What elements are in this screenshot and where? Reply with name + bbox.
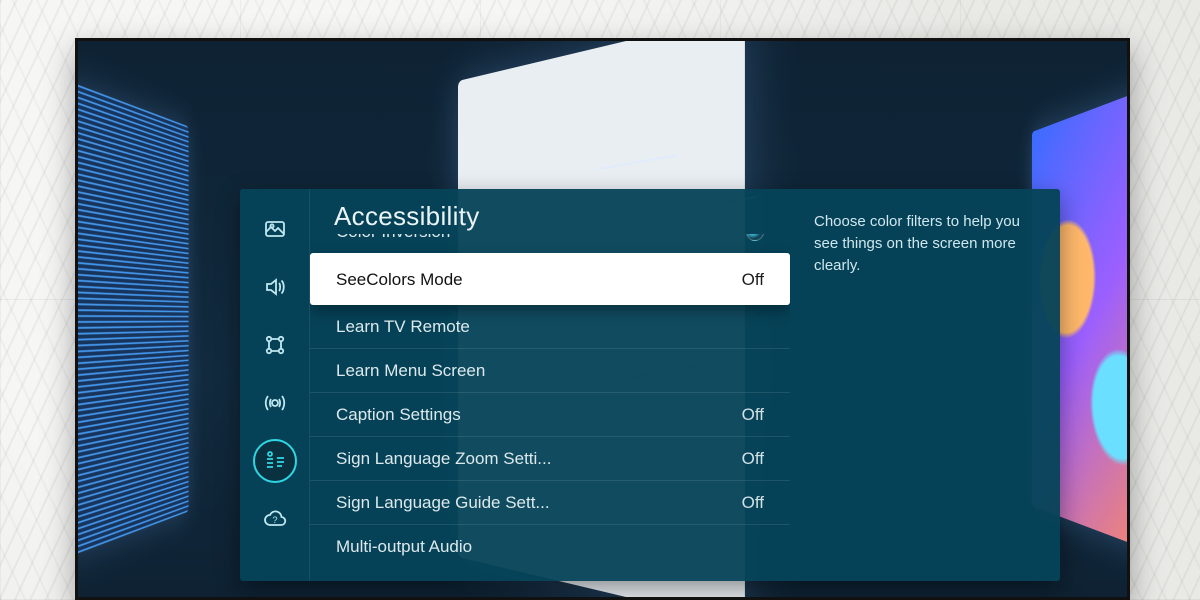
settings-row-value: Off	[742, 493, 764, 513]
settings-row-value: Off	[742, 405, 764, 425]
support-cloud-icon: ?	[263, 507, 287, 531]
sidebar-item-connections[interactable]	[253, 323, 297, 367]
settings-sidebar: ?	[240, 189, 310, 581]
sidebar-item-support[interactable]: ?	[253, 497, 297, 541]
settings-row-label: Caption Settings	[336, 405, 461, 425]
sidebar-item-broadcast[interactable]	[253, 381, 297, 425]
settings-row-label: Color Inversion	[336, 234, 450, 242]
settings-row-label: SeeColors Mode	[336, 270, 463, 290]
picture-icon	[263, 217, 287, 241]
settings-row-sign-language-zoom[interactable]: Sign Language Zoom Setti... Off	[310, 436, 790, 480]
sidebar-item-picture[interactable]	[253, 207, 297, 251]
settings-row-label: Learn TV Remote	[336, 317, 470, 337]
settings-row-learn-menu-screen[interactable]: Learn Menu Screen	[310, 348, 790, 392]
svg-text:?: ?	[272, 515, 277, 525]
broadcast-icon	[263, 391, 287, 415]
settings-row-caption-settings[interactable]: Caption Settings Off	[310, 392, 790, 436]
accessibility-icon	[263, 449, 287, 473]
toggle-indicator	[746, 234, 764, 241]
settings-row-label: Sign Language Guide Sett...	[336, 493, 550, 513]
tv-frame: ? Accessibility Color Inversion SeeCo	[75, 38, 1130, 600]
room-background: ? Accessibility Color Inversion SeeCo	[0, 0, 1200, 600]
settings-row-label: Learn Menu Screen	[336, 361, 485, 381]
bg-plane-left	[78, 81, 189, 557]
sound-icon	[263, 275, 287, 299]
settings-row-multi-output-audio[interactable]: Multi-output Audio	[310, 524, 790, 568]
settings-row-label: Multi-output Audio	[336, 537, 472, 557]
settings-row-learn-tv-remote[interactable]: Learn TV Remote	[310, 304, 790, 348]
settings-list: Color Inversion SeeColors Mode Off Learn…	[310, 234, 790, 568]
settings-list-column: Accessibility Color Inversion SeeColors …	[310, 189, 790, 581]
sidebar-item-accessibility[interactable]	[253, 439, 297, 483]
settings-description: Choose color filters to help you see thi…	[790, 189, 1060, 581]
settings-list-scroll[interactable]: Color Inversion SeeColors Mode Off Learn…	[310, 234, 790, 581]
settings-row-color-inversion[interactable]: Color Inversion	[310, 234, 790, 254]
settings-content: Accessibility Color Inversion SeeColors …	[310, 189, 1060, 581]
panel-title: Accessibility	[310, 199, 790, 234]
settings-row-value: Off	[742, 449, 764, 469]
settings-overlay: ? Accessibility Color Inversion SeeCo	[240, 189, 1060, 581]
settings-row-value: Off	[742, 270, 764, 290]
sidebar-item-sound[interactable]	[253, 265, 297, 309]
connections-icon	[263, 333, 287, 357]
settings-row-label: Sign Language Zoom Setti...	[336, 449, 551, 469]
settings-row-seecolors-mode[interactable]: SeeColors Mode Off	[310, 253, 790, 305]
settings-row-sign-language-guide[interactable]: Sign Language Guide Sett... Off	[310, 480, 790, 524]
